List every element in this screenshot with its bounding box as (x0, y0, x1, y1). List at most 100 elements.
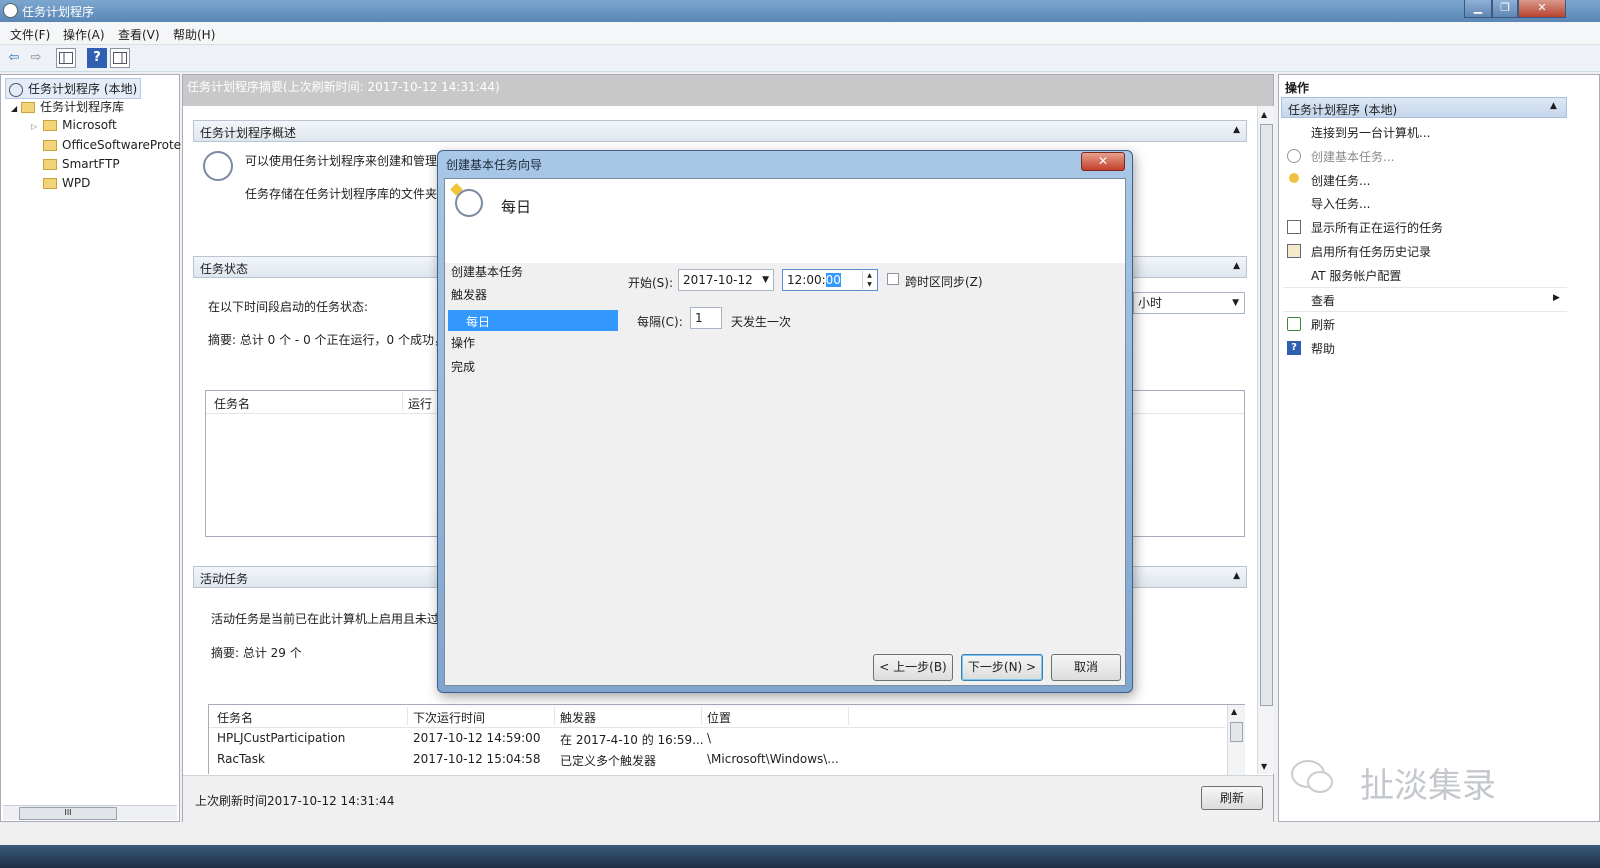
overview-line1: 可以使用任务计划程序来创建和管理 (245, 154, 438, 168)
wizard-step-create-basic-task[interactable]: 创建基本任务 (451, 263, 523, 280)
tree-item-library[interactable]: ◢ 任务计划程序库 (11, 98, 124, 115)
collapse-arrow-icon[interactable]: ▷ (31, 122, 37, 131)
action-connect-computer[interactable]: 连接到另一台计算机... (1311, 124, 1430, 141)
col-header-next-run[interactable]: 下次运行时间 (413, 709, 485, 726)
horizontal-scrollbar[interactable]: III (3, 805, 177, 820)
action-pane-icon[interactable] (110, 48, 130, 68)
sync-timezone-label: 跨时区同步(Z) (905, 275, 983, 289)
dialog-close-button[interactable]: ✕ (1081, 152, 1125, 171)
time-spinner[interactable]: ▲ ▼ (862, 271, 876, 289)
status-summary: 摘要: 总计 0 个 - 0 个正在运行，0 个成功， (208, 333, 446, 347)
cell-next-run: 2017-10-12 15:04:58 (413, 752, 541, 766)
action-import-task[interactable]: 导入任务... (1311, 195, 1370, 212)
next-button[interactable]: 下一步(N) > (961, 654, 1043, 681)
scroll-down-icon[interactable]: ▼ (1261, 762, 1267, 771)
collapse-caret-icon[interactable]: ▲ (1233, 571, 1240, 581)
scroll-thumb[interactable] (1260, 124, 1273, 706)
menu-help[interactable]: 帮助(H) (173, 26, 215, 43)
help-icon[interactable]: ? (87, 48, 107, 68)
action-create-basic-task[interactable]: 创建基本任务... (1311, 148, 1394, 165)
scroll-thumb[interactable] (1230, 722, 1243, 742)
refresh-button[interactable]: 刷新 (1201, 786, 1263, 810)
status-period-select[interactable]: 小时 ▼ (1133, 292, 1245, 314)
folder-icon (43, 120, 58, 131)
summary-header: 任务计划程序摘要(上次刷新时间: 2017-10-12 14:31:44) (183, 75, 1273, 106)
action-refresh[interactable]: 刷新 (1311, 316, 1335, 333)
col-header-location[interactable]: 位置 (707, 709, 731, 726)
tree-item-microsoft[interactable]: ▷ Microsoft (31, 118, 117, 132)
menu-action[interactable]: 操作(A) (63, 26, 105, 43)
collapse-caret-icon[interactable]: ▲ (1233, 125, 1240, 135)
section-title: 任务状态 (200, 262, 249, 276)
tree-item-wpd[interactable]: WPD (43, 176, 90, 190)
console-tree-icon[interactable] (56, 48, 76, 68)
start-date-picker[interactable]: 2017-10-12 ▼ (678, 269, 774, 291)
maximize-button[interactable]: ❐ (1492, 0, 1518, 18)
actions-group-header[interactable]: 任务计划程序 (本地) ▲ (1281, 97, 1567, 118)
back-button[interactable]: < 上一步(B) (873, 654, 953, 681)
start-time-input[interactable]: 12:00:00 ▲ ▼ (782, 269, 878, 291)
action-create-task[interactable]: 创建任务... (1311, 172, 1370, 189)
scroll-thumb[interactable]: III (19, 807, 117, 820)
dropdown-arrow-icon[interactable]: ▼ (762, 270, 769, 290)
center-footer: 上次刷新时间2017-10-12 14:31:44 刷新 (183, 775, 1273, 822)
action-show-running[interactable]: 显示所有正在运行的任务 (1311, 219, 1443, 236)
section-title: 任务计划程序概述 (200, 126, 297, 140)
wizard-step-daily[interactable]: 每日 (448, 310, 618, 331)
scroll-up-icon[interactable]: ▲ (1231, 707, 1237, 716)
recur-unit-label: 天发生一次 (731, 315, 792, 329)
menu-file[interactable]: 文件(F) (10, 26, 50, 43)
expand-arrow-icon[interactable]: ◢ (11, 104, 17, 113)
clock-icon (3, 3, 18, 18)
window-title: 任务计划程序 (22, 5, 95, 19)
action-view[interactable]: 查看 (1311, 292, 1335, 309)
submenu-arrow-icon[interactable]: ▶ (1553, 293, 1560, 303)
action-help[interactable]: 帮助 (1311, 340, 1335, 357)
wizard-step-trigger[interactable]: 触发器 (451, 286, 487, 303)
forward-arrow-icon[interactable]: ⇨ (26, 48, 46, 68)
tree-item-root[interactable]: 任务计划程序 (本地) (5, 78, 142, 99)
collapse-caret-icon[interactable]: ▲ (1550, 101, 1557, 111)
collapse-caret-icon[interactable]: ▲ (1233, 261, 1240, 271)
cell-next-run: 2017-10-12 14:59:00 (413, 731, 541, 745)
grid-vertical-scrollbar[interactable]: ▲ (1227, 705, 1245, 775)
recur-every-input[interactable]: 1 (690, 307, 722, 329)
tree-item-officesoftwareprotection[interactable]: OfficeSoftwareProte (43, 138, 181, 152)
time-value: 12:00: (787, 273, 826, 287)
folder-clock-icon (21, 102, 36, 113)
scroll-up-icon[interactable]: ▲ (1261, 110, 1267, 119)
actions-pane: 操作 任务计划程序 (本地) ▲ 连接到另一台计算机... 创建基本任务... … (1278, 74, 1600, 822)
center-vertical-scrollbar[interactable]: ▲ ▼ (1257, 106, 1274, 774)
col-header-task-name[interactable]: 任务名 (217, 709, 253, 726)
table-row[interactable]: HPLJCustParticipation 2017-10-12 14:59:0… (209, 729, 1225, 749)
sync-timezone-checkbox[interactable] (887, 273, 899, 285)
dropdown-arrow-icon[interactable]: ▼ (1232, 293, 1239, 313)
wizard-step-action[interactable]: 操作 (451, 334, 475, 351)
menu-view[interactable]: 查看(V) (118, 26, 160, 43)
overview-line2: 任务存储在任务计划程序库的文件夹 (245, 187, 438, 201)
select-value: 小时 (1138, 296, 1163, 310)
cell-trigger: 在 2017-4-10 的 16:59... (560, 733, 704, 747)
window-title-bar[interactable]: 任务计划程序 ▁ ❐ ✕ (0, 0, 1600, 22)
tree-item-label: Microsoft (62, 118, 117, 132)
folder-icon (43, 178, 57, 189)
overview-section-header[interactable]: 任务计划程序概述 ▲ (193, 120, 1247, 142)
tree-item-smartftp[interactable]: SmartFTP (43, 157, 120, 171)
action-enable-history[interactable]: 启用所有任务历史记录 (1311, 243, 1431, 260)
date-value: 2017-10-12 (683, 273, 753, 287)
dialog-title: 创建基本任务向导 (446, 158, 543, 172)
watermark-text: 扯淡集录 (1360, 766, 1496, 806)
wizard-step-finish[interactable]: 完成 (451, 358, 475, 375)
col-header-run[interactable]: 运行 (408, 395, 432, 412)
close-button[interactable]: ✕ (1518, 0, 1566, 18)
minimize-button[interactable]: ▁ (1464, 0, 1492, 18)
col-header-trigger[interactable]: 触发器 (560, 709, 596, 726)
action-at-service-config[interactable]: AT 服务帐户配置 (1311, 267, 1401, 284)
section-title: 活动任务 (200, 572, 249, 586)
cell-task-name: RacTask (217, 752, 265, 766)
col-header-task-name[interactable]: 任务名 (214, 395, 250, 412)
console-tree: 任务计划程序 (本地) ◢ 任务计划程序库 ▷ Microsoft OfficeSo… (0, 74, 181, 822)
cancel-button[interactable]: 取消 (1051, 654, 1121, 681)
table-row[interactable]: RacTask 2017-10-12 15:04:58 已定义多个触发器 \Mi… (209, 750, 1225, 770)
back-arrow-icon[interactable]: ⇦ (4, 48, 24, 68)
